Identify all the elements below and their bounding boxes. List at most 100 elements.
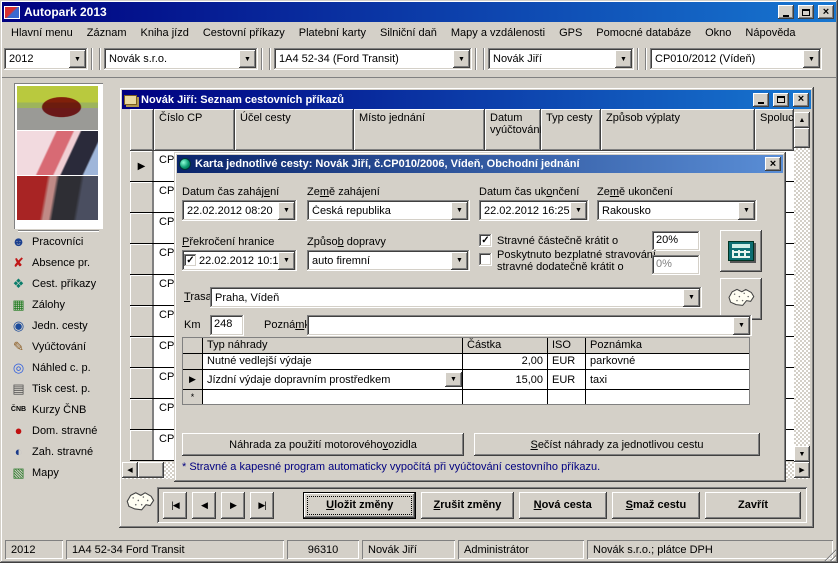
nav-last-button[interactable]: ▶| [250, 492, 274, 519]
chevron-down-icon[interactable]: ▼ [278, 252, 295, 270]
nav-next-button[interactable]: ▶ [221, 492, 245, 519]
chevron-down-icon[interactable]: ▼ [451, 252, 468, 270]
close-dialog-button[interactable]: Zavřít [705, 492, 801, 519]
chevron-down-icon[interactable]: ▼ [69, 50, 86, 68]
km-field[interactable]: 248 [210, 315, 244, 336]
minimize-button[interactable] [778, 5, 794, 19]
vehicle-select[interactable]: 1A4 52-34 (Ford Transit) ▼ [274, 48, 472, 70]
close-button[interactable]: × [818, 5, 834, 19]
transport-mode-select[interactable]: auto firemní▼ [307, 250, 470, 271]
sum-refunds-button[interactable]: Sečíst náhrady za jednotlivou cestu [474, 433, 760, 456]
close-button[interactable]: × [765, 157, 781, 171]
sidebar-item-jedn-cesty[interactable]: ◉Jedn. cesty [10, 315, 112, 336]
chevron-down-icon[interactable]: ▼ [570, 202, 587, 220]
new-trip-button[interactable]: Nová cesta [519, 492, 607, 519]
nav-first-button[interactable]: |◀ [163, 492, 187, 519]
scroll-down-icon[interactable]: ▼ [794, 446, 810, 462]
sidebar-item-dom-stravne[interactable]: ●Dom. stravné [10, 420, 112, 441]
row-selector[interactable]: ▶ [130, 151, 154, 181]
row-selector[interactable] [130, 182, 154, 212]
sidebar-item-zah-stravne[interactable]: ◐Zah. stravné [10, 441, 112, 462]
chevron-down-icon[interactable]: ▼ [803, 50, 820, 68]
trip-select[interactable]: CP010/2012 (Vídeň) ▼ [650, 48, 822, 70]
menu-napoveda[interactable]: Nápověda [738, 24, 802, 42]
row-selector[interactable] [130, 213, 154, 243]
menu-cestovni-prikazy[interactable]: Cestovní příkazy [196, 24, 292, 42]
maximize-button[interactable] [798, 5, 814, 19]
chevron-down-icon[interactable]: ▼ [738, 202, 755, 220]
menu-pomocne-databaze[interactable]: Pomocné databáze [589, 24, 698, 42]
sidebar-item-kurzy-cnb[interactable]: ČNBKurzy ČNB [10, 399, 112, 420]
menu-platebni-karty[interactable]: Platební karty [292, 24, 373, 42]
delete-trip-button[interactable]: Smaž cestu [612, 492, 700, 519]
scrollbar-thumb[interactable] [794, 128, 810, 148]
row-selector[interactable] [130, 430, 154, 460]
dialog-titlebar[interactable]: Karta jednotlivé cesty: Novák Jiří, č.CP… [177, 155, 783, 173]
menu-silnicni-dan[interactable]: Silniční daň [373, 24, 444, 42]
list-window-titlebar[interactable]: Novák Jiří: Seznam cestovních příkazů × [122, 90, 811, 109]
menu-hlavni-menu[interactable]: Hlavní menu [4, 24, 80, 42]
vehicle-refund-button[interactable]: Náhrada za použití motorového vozidla [182, 433, 464, 456]
sidebar-item-zalohy[interactable]: ▦Zálohy [10, 294, 112, 315]
sidebar-item-mapy[interactable]: ▧Mapy [10, 462, 112, 483]
year-select[interactable]: 2012 ▼ [4, 48, 88, 70]
row-selector[interactable] [130, 306, 154, 336]
scroll-up-icon[interactable]: ▲ [794, 112, 810, 128]
menu-gps[interactable]: GPS [552, 24, 589, 42]
row-selector[interactable] [130, 337, 154, 367]
refund-new-row[interactable]: * [183, 390, 749, 404]
sidebar-item-tisk[interactable]: ▤Tisk cest. p. [10, 378, 112, 399]
chevron-down-icon[interactable]: ▼ [683, 289, 700, 307]
company-select[interactable]: Novák s.r.o. ▼ [104, 48, 258, 70]
border-crossing-select[interactable]: ✓ 22.02.2012 10:15 ▼ [182, 250, 297, 271]
border-crossing-checkbox[interactable]: ✓ [184, 254, 197, 267]
cancel-changes-button[interactable]: Zrušit změny [421, 492, 513, 519]
chevron-down-icon[interactable]: ▼ [445, 372, 462, 387]
column-header-zpusob-vyplaty[interactable]: Způsob výplaty [601, 109, 755, 151]
minimize-button[interactable] [753, 93, 769, 107]
nav-prev-button[interactable]: ◀ [192, 492, 216, 519]
row-selector[interactable]: ▶ [183, 370, 203, 389]
sidebar-item-nahled[interactable]: ◎Náhled c. p. [10, 357, 112, 378]
sidebar-item-absence[interactable]: ✘Absence pr. [10, 252, 112, 273]
sidebar-item-pracovnici[interactable]: ☻Pracovníci [10, 231, 112, 252]
maximize-button[interactable] [773, 93, 789, 107]
start-country-select[interactable]: Česká republika▼ [307, 200, 470, 221]
column-header-misto-jednani[interactable]: Místo jednání [354, 109, 485, 151]
menu-mapy-a-vzdalenosti[interactable]: Mapy a vzdálenosti [444, 24, 552, 42]
chevron-down-icon[interactable]: ▼ [451, 202, 468, 220]
calculator-button[interactable] [720, 230, 762, 272]
person-select[interactable]: Novák Jiří ▼ [488, 48, 634, 70]
menu-kniha-jizd[interactable]: Kniha jízd [134, 24, 196, 42]
column-header-cislo-cp[interactable]: Číslo CP [154, 109, 235, 151]
row-selector[interactable] [183, 354, 203, 369]
row-selector[interactable] [130, 399, 154, 429]
sidebar-item-cest-prikazy[interactable]: ❖Cest. příkazy [10, 273, 112, 294]
close-button[interactable]: × [793, 93, 809, 107]
column-header-ucel-cesty[interactable]: Účel cesty [235, 109, 354, 151]
save-changes-button[interactable]: Uložit změny [303, 492, 416, 519]
chevron-down-icon[interactable]: ▼ [615, 50, 632, 68]
row-selector[interactable] [130, 368, 154, 398]
route-select[interactable]: Praha, Vídeň▼ [210, 287, 702, 308]
refund-row-selected[interactable]: ▶ Jízdní výdaje dopravním prostředkem ▼ … [183, 370, 749, 390]
map-button[interactable] [720, 278, 762, 320]
chevron-down-icon[interactable]: ▼ [278, 202, 295, 220]
vertical-scrollbar[interactable]: ▲ ▼ [794, 112, 810, 462]
row-selector[interactable] [130, 244, 154, 274]
chevron-down-icon[interactable]: ▼ [239, 50, 256, 68]
scrollbar-thumb[interactable] [138, 462, 164, 478]
refund-type-select[interactable]: Jízdní výdaje dopravním prostředkem ▼ [203, 370, 463, 389]
start-datetime-select[interactable]: 22.02.2012 08:20▼ [182, 200, 297, 221]
column-header-typ-cesty[interactable]: Typ cesty [541, 109, 601, 151]
row-selector[interactable] [130, 275, 154, 305]
end-country-select[interactable]: Rakousko▼ [597, 200, 757, 221]
note-select[interactable]: ▼ [307, 315, 752, 336]
column-header-spolucestujici[interactable]: Spoluc [755, 109, 794, 151]
free-meal-checkbox[interactable] [479, 253, 492, 266]
meal-cut-percent-field[interactable]: 20% [652, 231, 700, 251]
chevron-down-icon[interactable]: ▼ [453, 50, 470, 68]
sidebar-item-vyuctovani[interactable]: ✎Vyúčtování [10, 336, 112, 357]
chevron-down-icon[interactable]: ▼ [733, 317, 750, 335]
menu-okno[interactable]: Okno [698, 24, 738, 42]
